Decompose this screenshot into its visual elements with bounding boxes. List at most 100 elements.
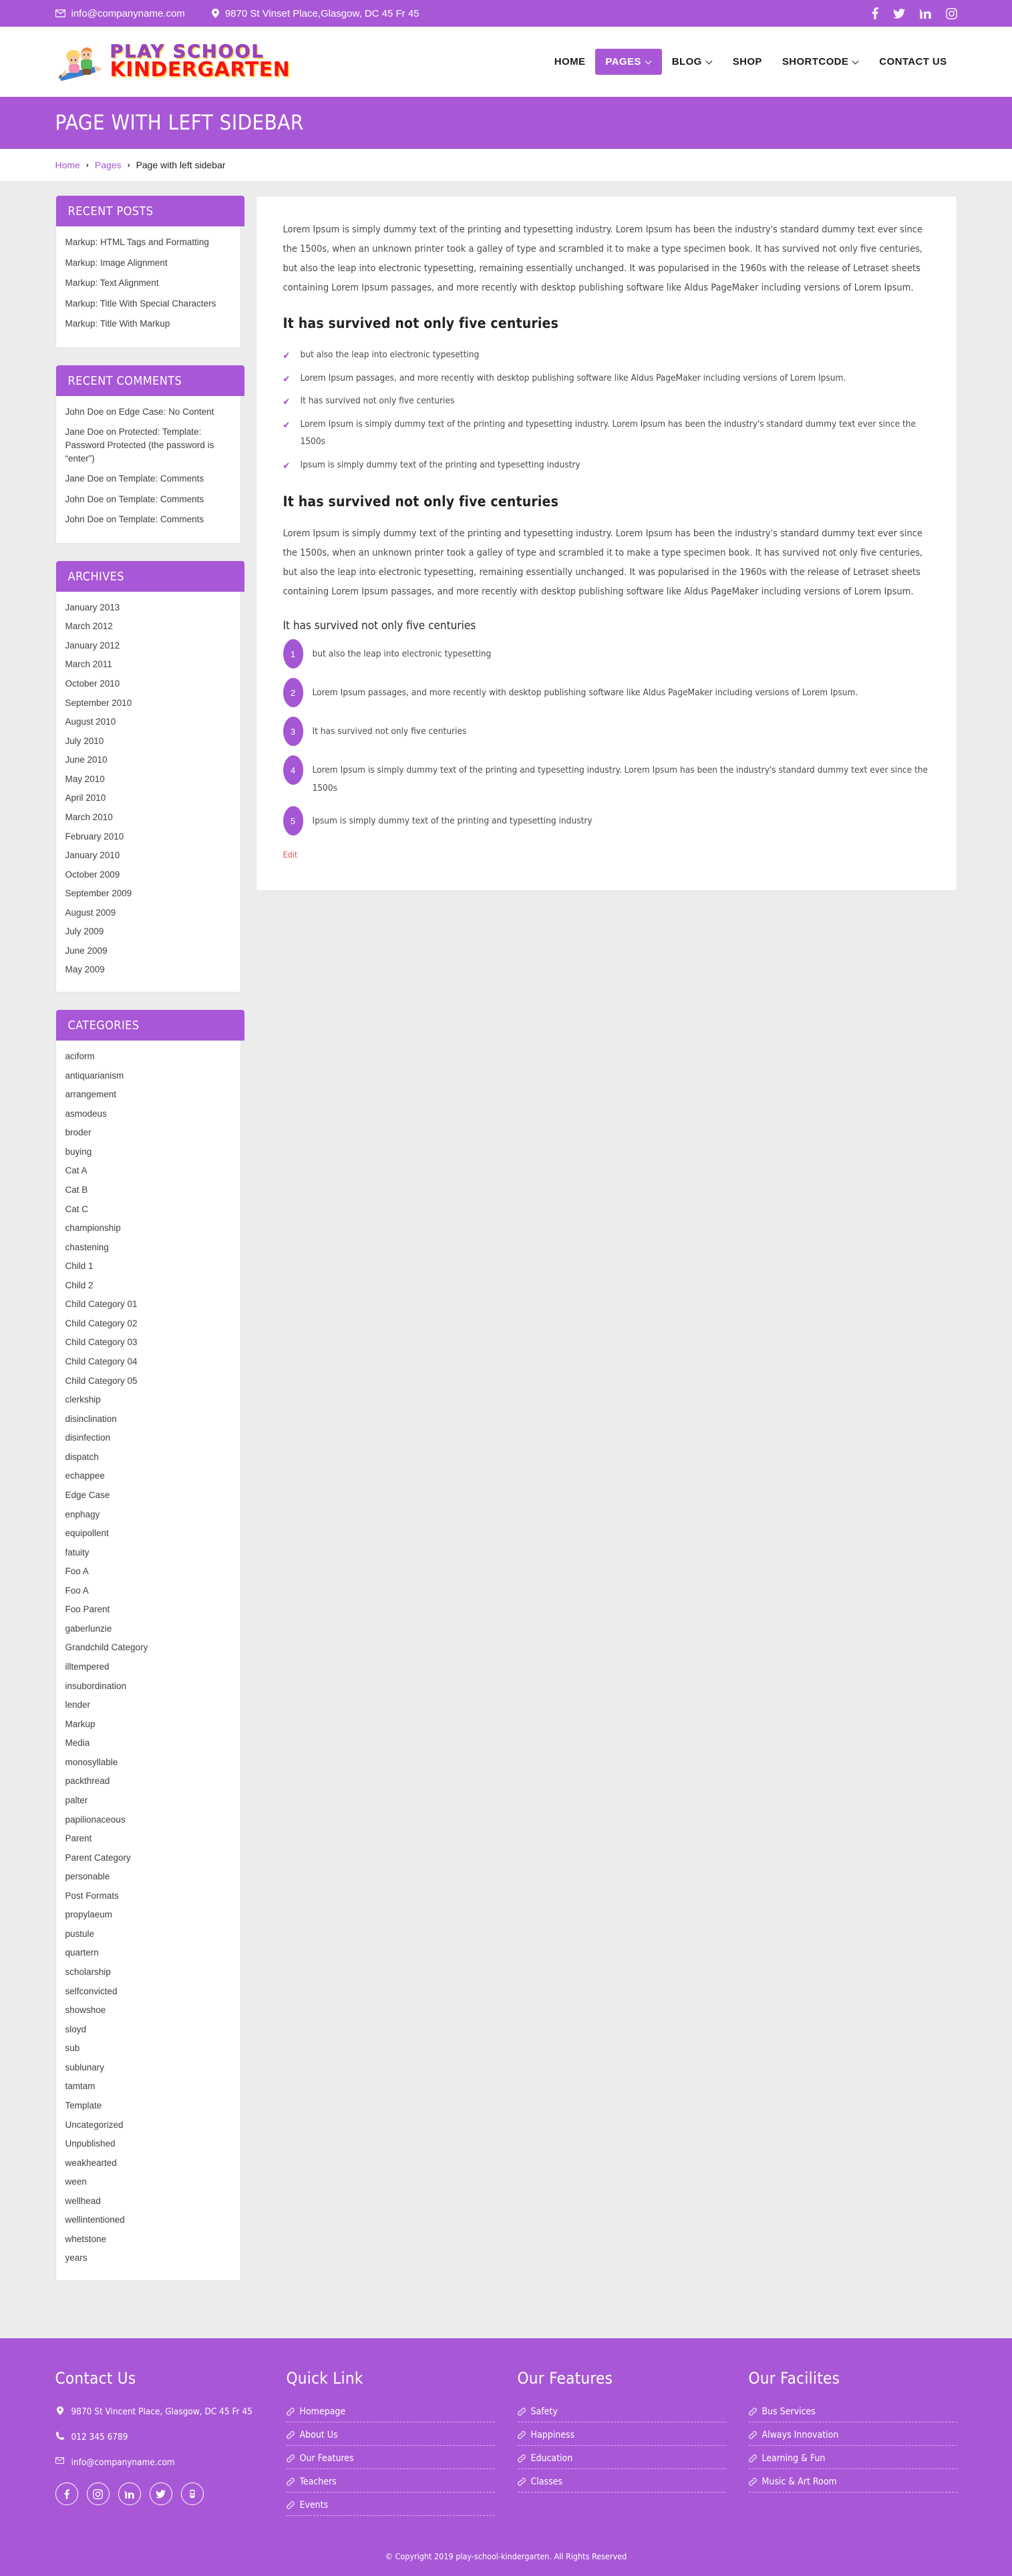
sidebar-link[interactable]: ween bbox=[65, 2175, 230, 2189]
sidebar-link[interactable]: January 2010 bbox=[65, 849, 230, 862]
nav-item-contact-us[interactable]: CONTACT US bbox=[869, 49, 957, 75]
sidebar-link[interactable]: Foo A bbox=[65, 1584, 230, 1598]
sidebar-link[interactable]: buying bbox=[65, 1145, 230, 1159]
sidebar-link[interactable]: February 2010 bbox=[65, 830, 230, 844]
recent-comment-link[interactable]: Jane Doe on Protected: Template: Passwor… bbox=[65, 425, 230, 465]
recent-post-link[interactable]: Markup: Title With Markup bbox=[65, 317, 230, 331]
twitter-icon[interactable] bbox=[149, 2482, 172, 2505]
sidebar-link[interactable]: weakhearted bbox=[65, 2157, 230, 2170]
sidebar-link[interactable]: years bbox=[65, 2251, 230, 2265]
sidebar-link[interactable]: antiquarianism bbox=[65, 1069, 230, 1083]
sidebar-link[interactable]: Child Category 04 bbox=[65, 1355, 230, 1368]
nav-item-blog[interactable]: BLOG bbox=[662, 49, 723, 75]
sidebar-link[interactable]: Child Category 03 bbox=[65, 1336, 230, 1349]
sidebar-link[interactable]: illtempered bbox=[65, 1660, 230, 1674]
sidebar-link[interactable]: August 2010 bbox=[65, 715, 230, 729]
sidebar-link[interactable]: Child Category 02 bbox=[65, 1317, 230, 1330]
sidebar-link[interactable]: echappee bbox=[65, 1469, 230, 1483]
sidebar-link[interactable]: Unpublished bbox=[65, 2137, 230, 2151]
sidebar-link[interactable]: January 2012 bbox=[65, 639, 230, 653]
sidebar-link[interactable]: Child 1 bbox=[65, 1260, 230, 1273]
edit-link[interactable]: Edit bbox=[283, 850, 298, 860]
footer-link[interactable]: Our Features bbox=[286, 2453, 495, 2464]
sidebar-link[interactable]: June 2010 bbox=[65, 753, 230, 767]
sidebar-link[interactable]: April 2010 bbox=[65, 791, 230, 805]
sidebar-link[interactable]: June 2009 bbox=[65, 944, 230, 958]
sidebar-link[interactable]: Post Formats bbox=[65, 1889, 230, 1903]
youtube-icon[interactable] bbox=[180, 2482, 204, 2505]
sidebar-link[interactable]: championship bbox=[65, 1222, 230, 1235]
sidebar-link[interactable]: Cat B bbox=[65, 1183, 230, 1197]
facebook-icon[interactable] bbox=[55, 2482, 78, 2505]
breadcrumb-pages[interactable]: Pages bbox=[95, 160, 122, 170]
sidebar-link[interactable]: scholarship bbox=[65, 1966, 230, 1979]
footer-link[interactable]: Events bbox=[286, 2500, 495, 2511]
footer-link[interactable]: Classes bbox=[517, 2476, 726, 2487]
sidebar-link[interactable]: pustule bbox=[65, 1927, 230, 1941]
recent-comment-link[interactable]: Jane Doe on Template: Comments bbox=[65, 472, 230, 486]
sidebar-link[interactable]: equipollent bbox=[65, 1527, 230, 1540]
sidebar-link[interactable]: sub bbox=[65, 2042, 230, 2055]
sidebar-link[interactable]: fatuity bbox=[65, 1546, 230, 1559]
sidebar-link[interactable]: clerkship bbox=[65, 1393, 230, 1407]
linkedin-icon[interactable] bbox=[919, 8, 931, 19]
sidebar-link[interactable]: May 2010 bbox=[65, 773, 230, 786]
sidebar-link[interactable]: enphagy bbox=[65, 1508, 230, 1521]
sidebar-link[interactable]: August 2009 bbox=[65, 906, 230, 920]
sidebar-link[interactable]: July 2009 bbox=[65, 925, 230, 938]
sidebar-link[interactable]: Child 2 bbox=[65, 1279, 230, 1292]
instagram-icon[interactable] bbox=[945, 7, 957, 19]
sidebar-link[interactable]: Uncategorized bbox=[65, 2119, 230, 2132]
footer-link[interactable]: Happiness bbox=[517, 2430, 726, 2440]
sidebar-link[interactable]: chastening bbox=[65, 1241, 230, 1254]
sidebar-link[interactable]: quartern bbox=[65, 1946, 230, 1960]
sidebar-link[interactable]: monosyllable bbox=[65, 1756, 230, 1769]
sidebar-link[interactable]: whetstone bbox=[65, 2233, 230, 2246]
sidebar-link[interactable]: Child Category 01 bbox=[65, 1298, 230, 1311]
sidebar-link[interactable]: wellintentioned bbox=[65, 2213, 230, 2227]
sidebar-link[interactable]: October 2009 bbox=[65, 868, 230, 882]
sidebar-link[interactable]: Foo Parent bbox=[65, 1603, 230, 1616]
sidebar-link[interactable]: Parent Category bbox=[65, 1851, 230, 1865]
sidebar-link[interactable]: Cat A bbox=[65, 1164, 230, 1177]
recent-post-link[interactable]: Markup: Image Alignment bbox=[65, 256, 230, 270]
footer-link[interactable]: Music & Art Room bbox=[748, 2476, 957, 2487]
twitter-icon[interactable] bbox=[892, 8, 905, 19]
footer-link[interactable]: About Us bbox=[286, 2430, 495, 2440]
sidebar-link[interactable]: January 2013 bbox=[65, 601, 230, 614]
sidebar-link[interactable]: May 2009 bbox=[65, 963, 230, 976]
recent-post-link[interactable]: Markup: Title With Special Characters bbox=[65, 297, 230, 311]
recent-post-link[interactable]: Markup: Text Alignment bbox=[65, 277, 230, 290]
sidebar-link[interactable]: gaberlunzie bbox=[65, 1622, 230, 1636]
footer-link[interactable]: Bus Services bbox=[748, 2406, 957, 2417]
sidebar-link[interactable]: Markup bbox=[65, 1718, 230, 1731]
recent-comment-link[interactable]: John Doe on Template: Comments bbox=[65, 513, 230, 526]
facebook-icon[interactable] bbox=[872, 7, 878, 19]
breadcrumb-home[interactable]: Home bbox=[55, 160, 80, 170]
footer-link[interactable]: Always Innovation bbox=[748, 2430, 957, 2440]
topbar-email[interactable]: info@companyname.com bbox=[55, 8, 185, 19]
sidebar-link[interactable]: Parent bbox=[65, 1832, 230, 1845]
sidebar-link[interactable]: papilionaceous bbox=[65, 1813, 230, 1827]
sidebar-link[interactable]: lender bbox=[65, 1698, 230, 1712]
sidebar-link[interactable]: wellhead bbox=[65, 2195, 230, 2208]
recent-comment-link[interactable]: John Doe on Template: Comments bbox=[65, 493, 230, 506]
sidebar-link[interactable]: showshoe bbox=[65, 2004, 230, 2017]
sidebar-link[interactable]: propylaeum bbox=[65, 1908, 230, 1921]
sidebar-link[interactable]: tamtam bbox=[65, 2080, 230, 2093]
sidebar-link[interactable]: September 2010 bbox=[65, 697, 230, 710]
sidebar-link[interactable]: Template bbox=[65, 2099, 230, 2112]
linkedin-icon[interactable] bbox=[118, 2482, 141, 2505]
sidebar-link[interactable]: March 2010 bbox=[65, 811, 230, 824]
footer-link[interactable]: Education bbox=[517, 2453, 726, 2464]
sidebar-link[interactable]: Child Category 05 bbox=[65, 1374, 230, 1388]
sidebar-link[interactable]: July 2010 bbox=[65, 735, 230, 748]
instagram-icon[interactable] bbox=[86, 2482, 110, 2505]
sidebar-link[interactable]: insubordination bbox=[65, 1680, 230, 1693]
sidebar-link[interactable]: disinfection bbox=[65, 1431, 230, 1445]
sidebar-link[interactable]: selfconvicted bbox=[65, 1985, 230, 1998]
site-logo[interactable]: PLAY SCHOOL KINDERGARTEN bbox=[55, 40, 291, 84]
nav-item-pages[interactable]: PAGES bbox=[595, 49, 662, 75]
recent-comment-link[interactable]: John Doe on Edge Case: No Content bbox=[65, 405, 230, 419]
sidebar-link[interactable]: personable bbox=[65, 1870, 230, 1883]
